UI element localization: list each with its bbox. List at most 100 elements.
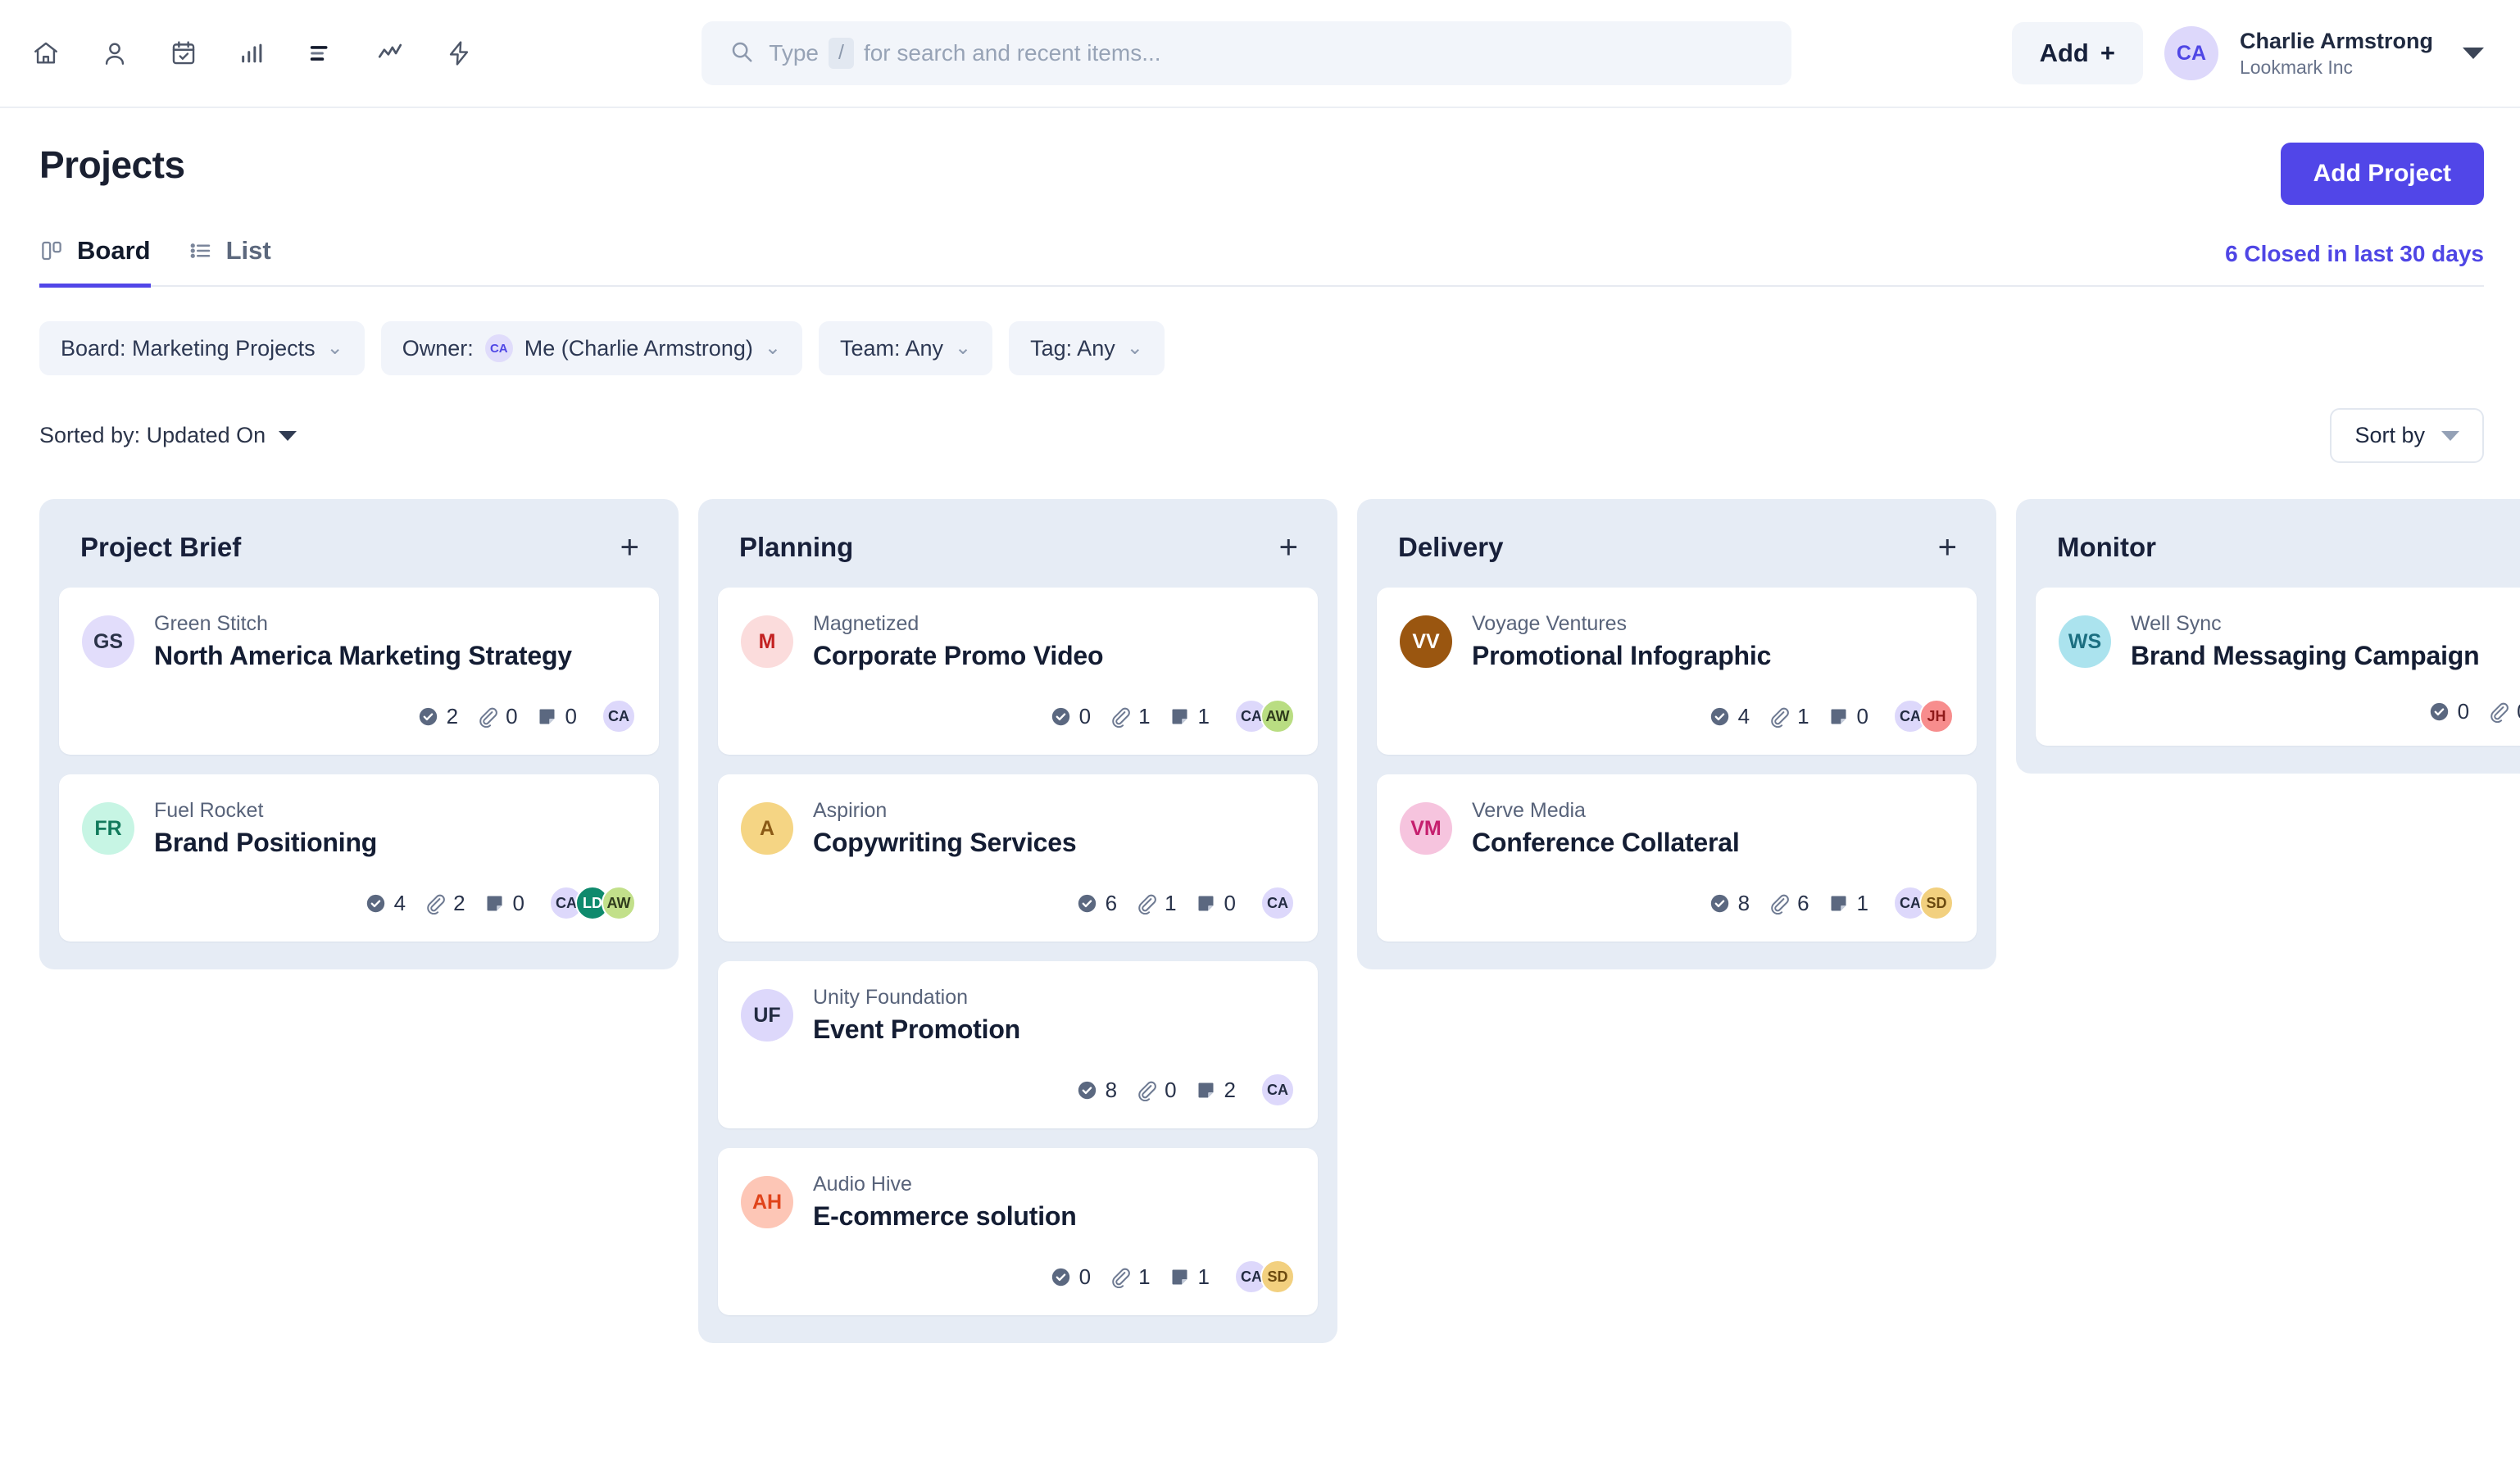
- filter-chips-row: Board: Marketing Projects ⌄ Owner: CA Me…: [39, 321, 2484, 375]
- sticky-note-icon: [1828, 892, 1850, 914]
- filter-chip-board-label: Board: Marketing Projects: [61, 336, 316, 361]
- avatar: AW: [602, 886, 636, 920]
- tab-list[interactable]: List: [188, 236, 271, 288]
- tab-board-label: Board: [77, 236, 151, 266]
- check-circle-icon: [1076, 1079, 1098, 1101]
- attachment-count-value: 1: [1797, 704, 1809, 729]
- member-avatar-stack: CAAW: [1234, 699, 1295, 733]
- project-card[interactable]: AHAudio HiveE-commerce solution011CASD: [718, 1148, 1318, 1315]
- lightning-bolt-icon[interactable]: [436, 30, 482, 76]
- user-name: Charlie Armstrong: [2240, 27, 2433, 56]
- user-icon[interactable]: [92, 30, 138, 76]
- check-circle-icon: [417, 706, 439, 728]
- add-project-button[interactable]: Add Project: [2281, 143, 2484, 205]
- check-circle-icon: [1050, 706, 1072, 728]
- user-organization: Lookmark Inc: [2240, 56, 2433, 80]
- task-count: 2: [417, 704, 458, 729]
- avatar[interactable]: CA: [2164, 26, 2218, 80]
- member-avatar-stack: CA: [1260, 1073, 1295, 1107]
- search-input[interactable]: Type / for search and recent items...: [702, 21, 1791, 85]
- kanban-column: MonitorWSWell SyncBrand Messaging Campai…: [2016, 499, 2520, 774]
- filter-chip-team[interactable]: Team: Any ⌄: [819, 321, 992, 375]
- kanban-column-header: Delivery+: [1377, 527, 1977, 588]
- project-card[interactable]: GSGreen StitchNorth America Marketing St…: [59, 588, 659, 755]
- page-container: Projects Add Project Board List 6 Closed…: [0, 108, 2520, 463]
- project-card-header: MMagnetizedCorporate Promo Video: [741, 612, 1295, 671]
- filter-chip-owner-label: Me (Charlie Armstrong): [524, 336, 753, 361]
- search-placeholder: Type / for search and recent items...: [769, 38, 1160, 68]
- attachment-count: 2: [424, 891, 465, 916]
- trend-line-icon[interactable]: [367, 30, 413, 76]
- slash-key-badge: /: [829, 38, 854, 68]
- project-card[interactable]: VMVerve MediaConference Collateral861CAS…: [1377, 774, 1977, 942]
- user-account-info[interactable]: Charlie Armstrong Lookmark Inc: [2240, 27, 2433, 80]
- task-count-value: 4: [1738, 704, 1750, 729]
- sort-by-button[interactable]: Sort by: [2330, 408, 2484, 463]
- project-card-company: Voyage Ventures: [1472, 612, 1771, 636]
- chevron-down-icon: ⌄: [955, 338, 971, 358]
- project-card-header: FRFuel RocketBrand Positioning: [82, 799, 636, 858]
- sorted-by-control[interactable]: Sorted by: Updated On: [39, 423, 297, 448]
- chevron-down-icon[interactable]: [2463, 48, 2484, 59]
- note-count-value: 0: [1857, 704, 1868, 729]
- note-count-value: 2: [1224, 1078, 1236, 1103]
- task-count-value: 4: [394, 891, 406, 916]
- tab-board[interactable]: Board: [39, 236, 151, 288]
- home-icon[interactable]: [23, 30, 69, 76]
- project-card-company: Green Stitch: [154, 612, 572, 636]
- task-count: 0: [1050, 1264, 1091, 1290]
- project-card-title: North America Marketing Strategy: [154, 641, 572, 671]
- member-avatar-stack: CALDAW: [549, 886, 636, 920]
- project-card-company: Aspirion: [813, 799, 1076, 823]
- filter-chip-board[interactable]: Board: Marketing Projects ⌄: [39, 321, 365, 375]
- add-card-button[interactable]: +: [620, 536, 639, 559]
- task-count-value: 2: [447, 704, 458, 729]
- sticky-note-icon: [1169, 1266, 1191, 1288]
- member-avatar-stack: CAJH: [1893, 699, 1954, 733]
- project-card[interactable]: UFUnity FoundationEvent Promotion802CA: [718, 961, 1318, 1128]
- add-button[interactable]: Add +: [2012, 22, 2143, 84]
- project-card-title: Copywriting Services: [813, 828, 1076, 858]
- company-avatar: VV: [1400, 615, 1452, 668]
- avatar: AW: [1260, 699, 1295, 733]
- attachment-count: 0: [476, 704, 517, 729]
- company-avatar: FR: [82, 802, 134, 855]
- task-count-value: 0: [2458, 699, 2469, 724]
- avatar: JH: [1919, 699, 1954, 733]
- chevron-down-icon: ⌄: [327, 338, 343, 358]
- project-card[interactable]: AAspirionCopywriting Services610CA: [718, 774, 1318, 942]
- calendar-check-icon[interactable]: [161, 30, 207, 76]
- bar-chart-icon[interactable]: [229, 30, 275, 76]
- add-card-button[interactable]: +: [1279, 536, 1298, 559]
- topbar-right-cluster: Add + CA Charlie Armstrong Lookmark Inc: [2012, 22, 2484, 84]
- task-count: 4: [1709, 704, 1750, 729]
- kanban-column-title: Project Brief: [80, 532, 241, 563]
- project-card-header: AHAudio HiveE-commerce solution: [741, 1173, 1295, 1232]
- closed-projects-link[interactable]: 6 Closed in last 30 days: [2225, 241, 2484, 285]
- note-count: 1: [1828, 891, 1868, 916]
- attachment-count: 1: [1135, 891, 1176, 916]
- project-card[interactable]: MMagnetizedCorporate Promo Video011CAAW: [718, 588, 1318, 755]
- filter-chip-owner[interactable]: Owner: CA Me (Charlie Armstrong) ⌄: [381, 321, 802, 375]
- paperclip-icon: [1109, 706, 1131, 728]
- paperclip-icon: [1109, 1266, 1131, 1288]
- task-count: 4: [365, 891, 406, 916]
- filter-chip-tag[interactable]: Tag: Any ⌄: [1009, 321, 1165, 375]
- project-card[interactable]: WSWell SyncBrand Messaging Campaign000: [2036, 588, 2520, 746]
- task-count: 8: [1076, 1078, 1117, 1103]
- kanban-column-header: Project Brief +: [59, 527, 659, 588]
- avatar: CA: [1260, 1073, 1295, 1107]
- avatar: CA: [1260, 886, 1295, 920]
- sticky-note-icon: [1195, 892, 1217, 914]
- board-columns-icon: [39, 238, 64, 263]
- sticky-note-icon: [1169, 706, 1191, 728]
- project-card[interactable]: FRFuel RocketBrand Positioning420CALDAW: [59, 774, 659, 942]
- project-card-company: Unity Foundation: [813, 986, 1020, 1010]
- list-menu-icon[interactable]: [298, 30, 344, 76]
- global-nav-icons: [23, 30, 482, 76]
- note-count: 1: [1169, 704, 1210, 729]
- project-card-footer: 000: [2059, 699, 2520, 724]
- task-count-value: 6: [1106, 891, 1117, 916]
- project-card[interactable]: VVVoyage VenturesPromotional Infographic…: [1377, 588, 1977, 755]
- add-card-button[interactable]: +: [1938, 536, 1957, 559]
